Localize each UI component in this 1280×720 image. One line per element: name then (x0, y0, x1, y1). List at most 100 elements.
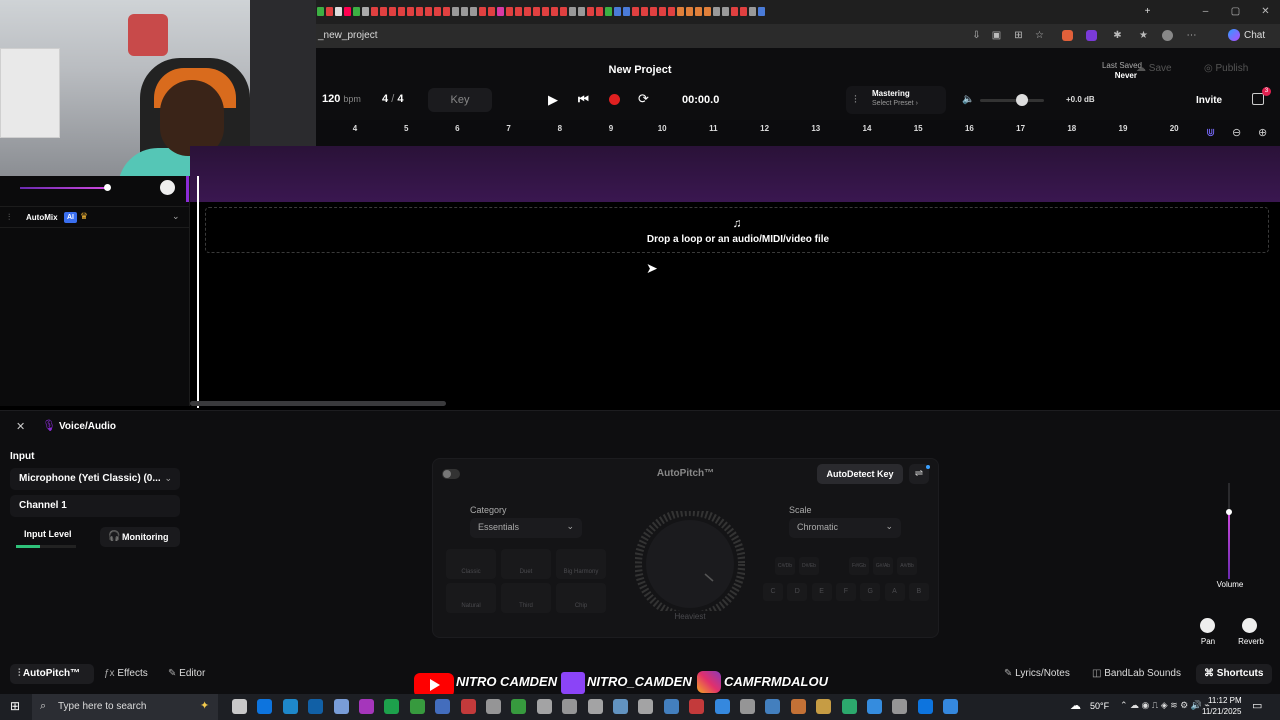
taskbar-app-icon[interactable] (714, 699, 730, 714)
invite-button[interactable]: Invite (1196, 95, 1222, 106)
preset-natural[interactable]: Natural (446, 583, 496, 613)
record-icon[interactable] (609, 94, 620, 105)
taskbar-app-icon[interactable] (486, 699, 501, 714)
taskbar-app-icon[interactable] (790, 699, 806, 714)
note-key-natural[interactable]: C (763, 583, 783, 601)
close-panel-icon[interactable]: ✕ (16, 420, 25, 433)
extension-icon[interactable] (1062, 30, 1073, 41)
minimize-icon[interactable]: – (1200, 6, 1211, 17)
twitch-extension-icon[interactable] (1086, 30, 1097, 41)
mute-speaker-icon[interactable]: 🔈 (962, 94, 974, 105)
master-volume-handle[interactable] (1016, 94, 1028, 106)
address-url[interactable]: _new_project (318, 30, 377, 41)
taskbar-app-icon[interactable] (384, 699, 400, 714)
taskbar-app-icon[interactable] (740, 699, 755, 714)
play-icon[interactable]: ▶ (548, 92, 558, 108)
taskbar-app-icon[interactable] (333, 699, 349, 714)
ruler-tick-13[interactable]: 13 (806, 124, 826, 133)
zoom-in-icon[interactable]: ⊕ (1258, 126, 1267, 139)
taskbar-date[interactable]: 11/21/2025 (1202, 707, 1241, 716)
ruler-tick-12[interactable]: 12 (755, 124, 775, 133)
preset-classic[interactable]: Classic (446, 549, 496, 579)
taskbar-app-icon[interactable] (587, 699, 603, 714)
preset-duet[interactable]: Duet (501, 549, 551, 579)
mastering-button[interactable]: ⫶ Mastering Select Preset › (846, 86, 946, 114)
favorite-star-icon[interactable]: ☆ (1034, 30, 1045, 41)
weather-cloud-icon[interactable]: ☁ (1070, 699, 1081, 712)
lyrics-notes-button[interactable]: ✎ Lyrics/Notes (1004, 664, 1070, 684)
taskbar-app-icon[interactable] (562, 699, 578, 714)
taskbar-app-icon[interactable] (689, 699, 705, 714)
taskbar-app-icon[interactable] (663, 699, 679, 714)
scale-select[interactable]: Chromatic ⌄ (789, 518, 901, 538)
copilot-chat-button[interactable]: Chat (1228, 28, 1265, 44)
taskbar-app-icon[interactable] (638, 699, 654, 714)
note-key-sharp[interactable]: A#/Bb (897, 557, 917, 575)
note-key-sharp[interactable]: F#/Gb (849, 557, 869, 575)
maximize-icon[interactable]: ▢ (1230, 6, 1241, 17)
ruler-tick-19[interactable]: 19 (1113, 124, 1133, 133)
publish-button[interactable]: ◎ Publish (1204, 63, 1248, 74)
volume-fader-handle[interactable] (1226, 509, 1232, 515)
ruler-tick-18[interactable]: 18 (1062, 124, 1082, 133)
playhead-marker[interactable] (186, 176, 189, 202)
more-menu-icon[interactable]: ⋯ (1186, 30, 1197, 41)
drop-zone[interactable]: ♫ Drop a loop or an audio/MIDI/video fil… (205, 207, 1269, 253)
preset-chip[interactable]: Chip (556, 583, 606, 613)
windows-start-icon[interactable]: ⊞ (10, 699, 20, 713)
input-device-select[interactable]: Microphone (Yeti Classic) (0... ⌄ (10, 468, 180, 490)
ruler-tick-4[interactable]: 4 (345, 124, 365, 133)
chevron-down-icon[interactable]: ⌄ (172, 211, 180, 222)
taskbar-app-icon[interactable] (257, 699, 273, 714)
ruler-tick-17[interactable]: 17 (1011, 124, 1031, 133)
ruler-tick-5[interactable]: 5 (396, 124, 416, 133)
ruler-tick-8[interactable]: 8 (550, 124, 570, 133)
time-signature-control[interactable]: 4 / 4 (382, 93, 403, 105)
taskbar-app-icon[interactable] (943, 699, 959, 714)
notification-center-icon[interactable]: ▭ (1252, 699, 1262, 712)
app-icon[interactable]: ⊞ (1013, 30, 1024, 41)
key-button[interactable]: Key (428, 88, 492, 112)
timeline-ruler[interactable]: 4 5 6 7 8 9 10 11 12 13 14 15 16 17 18 19 20 ⋓ ⊖ ⊕ (316, 120, 1280, 146)
extensions-puzzle-icon[interactable]: ✱ (1112, 30, 1123, 41)
close-window-icon[interactable]: ✕ (1260, 6, 1271, 17)
automix-row[interactable]: ⫶ AutoMix AI ♛ ⌄ (0, 206, 189, 228)
pan-knob[interactable] (1200, 618, 1215, 633)
taskbar-app-icon[interactable] (613, 699, 628, 714)
timeline-scrollbar[interactable] (190, 401, 446, 406)
shortcuts-button[interactable]: ⌘ Shortcuts (1196, 664, 1272, 684)
new-tab-plus-icon[interactable]: + (1142, 6, 1153, 17)
ruler-tick-7[interactable]: 7 (499, 124, 519, 133)
track-volume-slider[interactable] (20, 184, 111, 191)
tab-effects[interactable]: ƒx Effects (104, 664, 148, 684)
weather-temp[interactable]: 50°F (1090, 701, 1109, 711)
note-key-sharp[interactable]: C#/Db (775, 557, 795, 575)
taskbar-search-box[interactable]: ⌕ Type here to search ✦ (32, 694, 218, 720)
track-volume-handle[interactable] (104, 184, 111, 191)
loop-icon[interactable]: ⟳ (638, 91, 649, 107)
monitoring-button[interactable]: 🎧 Monitoring (100, 527, 180, 547)
note-key-natural[interactable]: A (884, 583, 905, 601)
reverb-knob[interactable] (1242, 618, 1257, 633)
taskbar-app-icon[interactable] (765, 699, 781, 714)
browser-tab-icons[interactable] (316, 0, 1136, 24)
taskbar-app-icon[interactable] (917, 699, 933, 714)
note-key-natural[interactable]: E (811, 583, 832, 601)
taskbar-app-icon[interactable] (409, 699, 425, 714)
skip-to-start-icon[interactable]: ⏮ (578, 92, 589, 107)
reader-icon[interactable]: ▣ (991, 30, 1002, 41)
browser-tab-strip[interactable]: + – ▢ ✕ (316, 0, 1280, 24)
category-select[interactable]: Essentials ⌄ (470, 518, 582, 538)
ruler-tick-16[interactable]: 16 (959, 124, 979, 133)
note-key-natural[interactable]: G (860, 583, 881, 601)
taskbar-app-icon[interactable] (867, 699, 882, 714)
preset-third[interactable]: Third (501, 583, 551, 613)
snap-magnet-icon[interactable]: ⋓ (1206, 126, 1215, 139)
ruler-tick-10[interactable]: 10 (652, 124, 672, 133)
project-title[interactable]: New Project (316, 64, 964, 76)
save-button[interactable]: ☁ Save (1136, 63, 1172, 74)
tray-icons[interactable]: ⌃ ☁ ◉ ⎍ ◈ ≋ ⚙ 🔊 ⌁ (1120, 700, 1210, 711)
ruler-tick-14[interactable]: 14 (857, 124, 877, 133)
taskbar-app-icon[interactable] (232, 699, 247, 714)
ruler-tick-11[interactable]: 11 (703, 124, 723, 133)
